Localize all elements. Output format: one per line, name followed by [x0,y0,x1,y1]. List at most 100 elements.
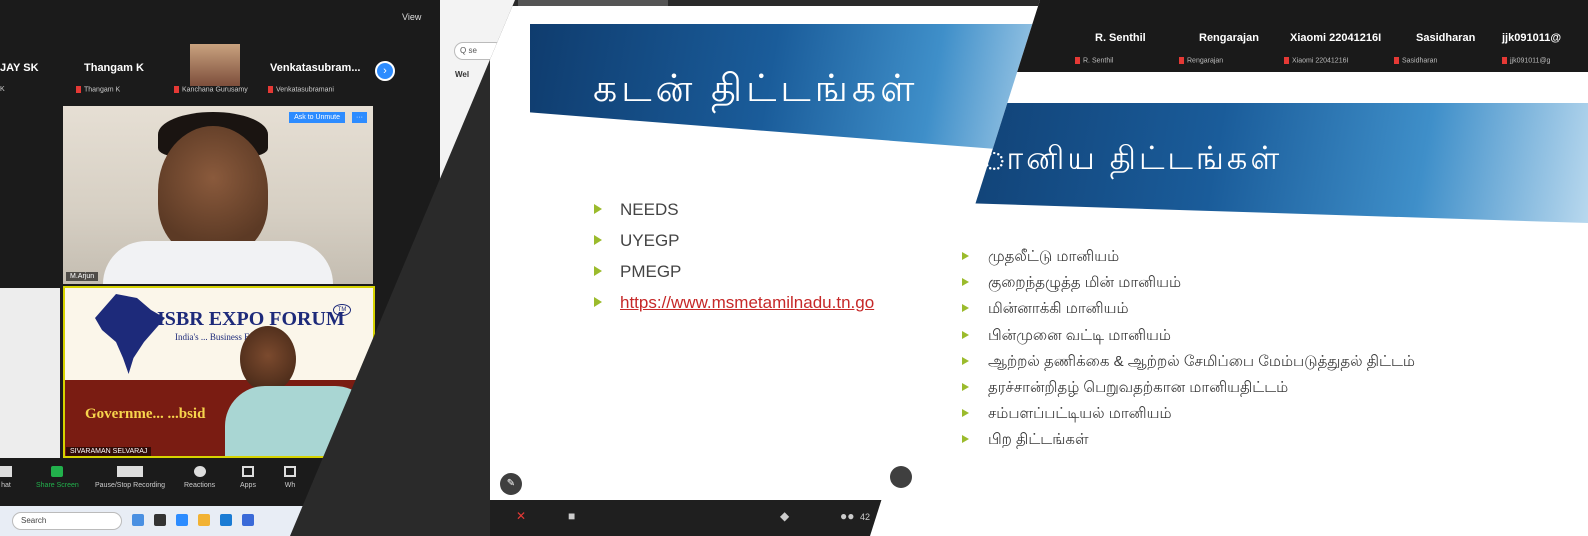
participant-name: R. Senthil [1095,32,1146,44]
participant-sub: Rengarajan [1187,57,1224,65]
list-item: பிற திட்டங்கள் [962,431,1415,457]
participant-name: Venkatasubram... [270,62,361,74]
share-screen-button[interactable]: Share Screen [36,466,79,489]
side-heading: Wel [455,70,470,79]
more-options-button[interactable]: ··· [352,112,367,123]
speaker-video-tile[interactable]: ISBR EXPO FORUM TM India's ... Business … [63,286,375,458]
india-map-logo [95,294,165,374]
loan-schemes-list: NEEDS UYEGP PMEGP https://www.msmetamiln… [594,200,874,324]
video-icon[interactable]: ■ [568,509,575,523]
view-button[interactable]: View [402,12,421,22]
slide-title: கடன் திட்டங்கள் [593,68,919,110]
list-item: ஆற்றல் தணிக்கை & ஆற்றல் சேமிப்பை மேம்படு… [962,353,1415,379]
video-name-tag: M.Arjun [66,272,99,281]
list-item-text: சம்பளப்பட்டியல் மானியம் [988,405,1172,423]
ask-to-unmute-button[interactable]: Ask to Unmute [289,112,345,123]
list-item: குறைந்தழுத்த மின் மானியம் [962,274,1415,300]
whiteboard-icon [284,466,296,477]
edge-icon[interactable] [220,514,232,526]
participant-name: Rengarajan [1199,32,1259,44]
video-tile-partial[interactable] [0,288,60,458]
bullet-arrow-icon [594,297,602,307]
mic-muted-icon [1502,57,1507,64]
bullet-arrow-icon [962,330,969,339]
mic-muted-icon[interactable]: ✕ [516,509,526,523]
reactions-icon [193,466,206,477]
participant-name: jjk091011@ [1502,32,1562,44]
speaker-face [240,326,296,392]
msme-website-link[interactable]: https://www.msmetamilnadu.tn.go [620,293,874,312]
person-face [158,126,268,256]
participant-strip: JAY SK K Thangam K Thangam K Kanchana Gu… [0,42,440,100]
browser-icon[interactable] [132,514,144,526]
control-label: Apps [240,482,256,489]
participant-thumb[interactable]: Xiaomi 22041216I Xiaomi 22041216I [1284,0,1398,72]
zoom-app-icon[interactable] [176,514,188,526]
participant-thumb[interactable]: JAY SK K [0,42,60,100]
list-item-text: பிற திட்டங்கள் [988,431,1089,449]
bullet-arrow-icon [962,252,969,260]
list-item-text: NEEDS [620,200,679,219]
taskbar-search-input[interactable]: Search [12,512,122,530]
share-screen-icon [51,466,64,477]
chat-button[interactable]: hat [0,466,12,489]
folder-icon[interactable] [198,514,210,526]
list-item: பின்முனை வட்டி மானியம் [962,327,1415,353]
recording-button[interactable]: Pause/Stop Recording [95,466,165,489]
list-item: மின்னாக்கி மானியம் [962,300,1415,326]
mic-muted-icon [1394,57,1399,64]
speaker-name-tag: SIVARAMAN SELVARAJ [66,447,152,456]
security-shield-icon[interactable]: ◆ [780,509,789,523]
participant-thumb[interactable]: Venkatasubram... Venkatasubramani [268,42,373,100]
list-item-text: முதலீட்டு மானியம் [988,248,1120,265]
store-icon[interactable] [242,514,254,526]
poster-band-text: Governme... ...bsid [85,406,206,422]
list-item-text: பின்முனை வட்டி மானியம் [988,326,1171,344]
list-item-text: ஆற்றல் தணிக்கை & ஆற்றல் சேமிப்பை மேம்படு… [988,352,1415,370]
participant-photo [190,44,240,86]
list-item-link[interactable]: https://www.msmetamilnadu.tn.go [594,293,874,324]
bullet-arrow-icon [962,278,969,287]
participant-thumb[interactable]: Sasidharan Sasidharan [1394,0,1516,72]
participant-sub: Thangam K [84,86,121,94]
annotate-pen-icon[interactable] [890,466,912,488]
bullet-arrow-icon [594,204,602,214]
participant-sub: R. Senthil [1083,57,1114,65]
mic-muted-icon [1075,57,1080,64]
participant-name: JAY SK [0,62,39,74]
annotate-pen-icon[interactable]: ✎ [500,473,522,495]
slide-title: ானிய திட்டங்கள் [982,140,1283,176]
control-label: Share Screen [36,482,79,489]
participant-thumb[interactable]: Rengarajan Rengarajan [1179,0,1297,72]
participants-icon[interactable]: ●● [840,509,855,523]
whiteboard-button[interactable]: Wh [284,466,296,489]
bullet-arrow-icon [594,235,602,245]
collage-frame: View Q se Wel JAY SK K Thangam K Thangam… [0,0,1588,536]
bullet-arrow-icon [962,356,969,365]
control-label: Wh [284,482,296,489]
control-label: Pause/Stop Recording [95,482,166,489]
list-item: தரச்சான்றிதழ் பெறுவதற்கான மானியதிட்டம் [962,379,1415,405]
participant-name: Xiaomi 22041216I [1290,32,1382,44]
list-item: சம்பளப்பட்டியல் மானியம் [962,405,1415,431]
participant-thumb[interactable]: Kanchana Gurusamy [170,42,260,100]
active-video-tile[interactable]: Ask to Unmute ··· M.Arjun [63,106,373,284]
participant-sub: Sasidharan [1402,57,1438,65]
reactions-button[interactable]: Reactions [184,466,215,489]
participant-thumb[interactable]: Thangam K Thangam K [70,42,170,100]
participant-sub: Kanchana Gurusamy [182,86,248,94]
participant-sub: Xiaomi 22041216I [1292,57,1349,65]
list-item-text: தரச்சான்றிதழ் பெறுவதற்கான மானியதிட்டம் [988,378,1289,396]
participant-thumb[interactable]: jjk091011@ jjk091011@g [1502,0,1588,72]
participant-sub: K [0,86,5,93]
apps-button[interactable]: Apps [240,466,256,489]
mic-muted-icon [76,86,81,93]
list-item: UYEGP [594,231,874,262]
task-view-icon[interactable] [154,514,166,526]
list-item: PMEGP [594,262,874,293]
participant-sub: Venkatasubramani [276,86,334,94]
mic-muted-icon [1284,57,1289,64]
next-page-arrow-icon[interactable]: › [375,61,395,81]
pause-stop-icon [117,466,144,477]
list-item-text: மின்னாக்கி மானியம் [988,300,1129,318]
